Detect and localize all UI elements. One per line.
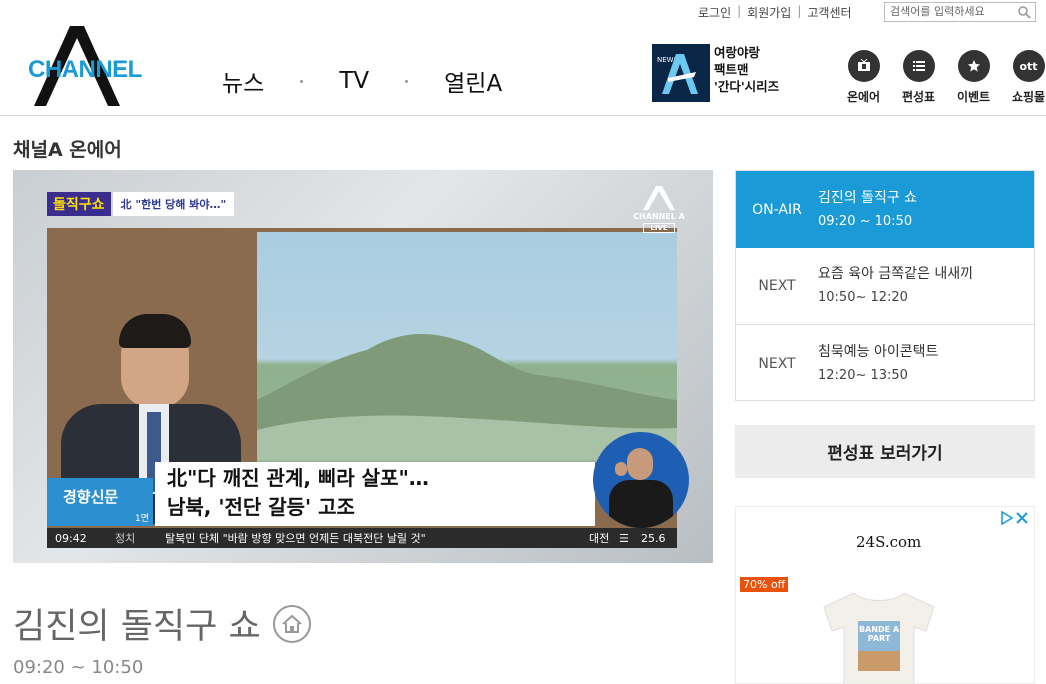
video-player[interactable]: 돌직구쇼 北 "한번 당해 봐야…" CHANNEL A LIVE 경향신문 1… <box>13 170 713 563</box>
tv-icon <box>847 50 880 82</box>
schedule-state: NEXT <box>758 278 796 294</box>
newspaper-page: 1면 <box>134 514 149 524</box>
schedule-time: 12:20~ 13:50 <box>818 367 908 383</box>
search-input[interactable]: 검색어를 입력하세요 <box>884 2 1036 22</box>
quick-menu: 온에어 편성표 이벤트 ott 쇼핑몰 <box>836 50 1046 105</box>
show-title-row: 김진의 돌직구 쇼 <box>13 598 311 649</box>
quick-shop[interactable]: ott 쇼핑몰 <box>1001 50 1046 105</box>
headline-line-1: 北"다 깨진 관계, 삐라 살포"… <box>167 466 429 490</box>
watermark-a-icon <box>643 186 675 210</box>
ott-icon-text: ott <box>1019 59 1038 73</box>
divider: | <box>797 4 802 18</box>
promo-line: 여랑야랑 <box>714 45 761 60</box>
channel-watermark: CHANNEL A LIVE <box>631 186 687 233</box>
site-header: 로그인 | 회원가입 | 고객센터 검색어를 입력하세요 CHANNEL 뉴스 … <box>0 0 1046 116</box>
ad-banner[interactable]: 24S.com 70% off BANDE A PART <box>735 506 1035 684</box>
onair-schedule: ON-AIR 김진의 돌직구 쇼 09:20 ~ 10:50 NEXT 요즘 육… <box>735 170 1035 401</box>
program-home-button[interactable] <box>272 604 311 643</box>
newspaper-box: 경향신문 1면 <box>47 478 153 526</box>
topic-banner: 北 "한번 당해 봐야…" <box>112 192 235 216</box>
schedule-info: 요즘 육아 금쪽같은 내새끼 10:50~ 12:20 <box>818 262 973 310</box>
nav-dot <box>300 79 304 83</box>
goto-schedule-button[interactable]: 편성표 보러가기 <box>735 425 1035 478</box>
show-logo: 돌직구쇼 北 "한번 당해 봐야…" <box>47 192 235 216</box>
promo-line: '간다'시리즈 <box>714 79 780 94</box>
divider: | <box>737 4 742 18</box>
schedule-title: 침묵예능 아이콘택트 <box>818 343 939 360</box>
nav-news[interactable]: 뉴스 <box>222 64 264 98</box>
watermark-text: CHANNEL A <box>633 212 685 221</box>
quick-label: 이벤트 <box>956 90 991 104</box>
tshirt-image: BANDE A PART <box>814 589 944 683</box>
promo-logo-icon <box>662 54 698 94</box>
nav-dot <box>405 79 409 83</box>
quick-event[interactable]: 이벤트 <box>946 50 1001 105</box>
ticker-time: 09:42 <box>55 531 87 545</box>
support-link[interactable]: 고객센터 <box>807 4 851 21</box>
login-link[interactable]: 로그인 <box>698 4 731 21</box>
sign-language-inset <box>593 432 689 528</box>
search-icon[interactable] <box>1017 5 1031 19</box>
schedule-row-onair[interactable]: ON-AIR 김진의 돌직구 쇼 09:20 ~ 10:50 <box>736 171 1034 248</box>
nav-tv[interactable]: TV <box>339 68 369 94</box>
live-badge: LIVE <box>643 223 675 233</box>
home-icon <box>281 614 302 633</box>
signup-link[interactable]: 회원가입 <box>747 4 791 21</box>
list-icon <box>902 50 935 82</box>
weather-icon: ☰ <box>619 531 629 545</box>
newspaper-name: 경향신문 <box>63 488 119 506</box>
logo-text: CHANNEL <box>28 56 142 83</box>
ticker-category: 정치 <box>115 532 136 545</box>
promo-banner[interactable]: NEWS 여랑야랑 팩트맨 '간다'시리즈 <box>652 44 802 102</box>
schedule-state: NEXT <box>758 355 796 372</box>
ott-icon: ott <box>1012 50 1045 82</box>
schedule-time: 10:50~ 12:20 <box>818 290 908 305</box>
show-title: 김진의 돌직구 쇼 <box>13 607 261 647</box>
headline-box: 北"다 깨진 관계, 삐라 살포"… 남북, '전단 갈등' 고조 <box>155 462 595 526</box>
main-nav: 뉴스 TV 열린A <box>222 64 502 98</box>
ticker-text: 탈북민 단체 "바람 방향 맞으면 언제든 대북전단 날릴 것" <box>165 532 426 545</box>
promo-line: 팩트맨 <box>714 62 749 77</box>
schedule-title: 요즘 육아 금쪽같은 내새끼 <box>818 266 974 282</box>
schedule-row-next[interactable]: NEXT 침묵예능 아이콘택트 12:20~ 13:50 <box>736 325 1034 402</box>
schedule-time: 09:20 ~ 10:50 <box>818 213 913 229</box>
show-time: 09:20 ~ 10:50 <box>13 657 144 678</box>
nav-open-a[interactable]: 열린A <box>444 64 502 98</box>
search-placeholder: 검색어를 입력하세요 <box>890 5 985 18</box>
schedule-info: 침묵예능 아이콘택트 12:20~ 13:50 <box>818 340 938 388</box>
schedule-row-next[interactable]: NEXT 요즘 육아 금쪽같은 내새끼 10:50~ 12:20 <box>736 248 1034 325</box>
ticker-bar: 09:42 정치 탈북민 단체 "바람 방향 맞으면 언제든 대북전단 날릴 것… <box>47 528 677 548</box>
ad-choices-icon[interactable] <box>1000 509 1030 527</box>
show-logo-text: 돌직구쇼 <box>47 192 111 216</box>
tshirt-print-text: BANDE A PART <box>858 625 900 643</box>
quick-label: 편성표 <box>901 90 936 104</box>
quick-label: 온에어 <box>846 90 881 104</box>
star-icon <box>957 50 990 82</box>
section-title: 채널A 온에어 <box>13 139 122 161</box>
weather-temp: 25.6 <box>641 531 666 545</box>
schedule-info: 김진의 돌직구 쇼 09:20 ~ 10:50 <box>818 186 917 234</box>
quick-label: 쇼핑몰 <box>1011 90 1046 104</box>
promo-thumbnail: NEWS <box>652 44 710 102</box>
schedule-state: ON-AIR <box>752 201 802 218</box>
quick-onair[interactable]: 온에어 <box>836 50 891 105</box>
discount-badge: 70% off <box>740 577 789 592</box>
weather-city: 대전 <box>589 532 610 545</box>
channel-a-logo[interactable]: CHANNEL <box>26 26 150 106</box>
headline-line-2: 남북, '전단 갈등' 고조 <box>167 495 355 519</box>
ad-brand: 24S.com <box>856 533 922 551</box>
quick-schedule[interactable]: 편성표 <box>891 50 946 105</box>
schedule-title: 김진의 돌직구 쇼 <box>818 189 918 206</box>
promo-text: 여랑야랑 팩트맨 '간다'시리즈 <box>714 44 779 102</box>
utility-links: 로그인 | 회원가입 | 고객센터 <box>698 4 852 21</box>
